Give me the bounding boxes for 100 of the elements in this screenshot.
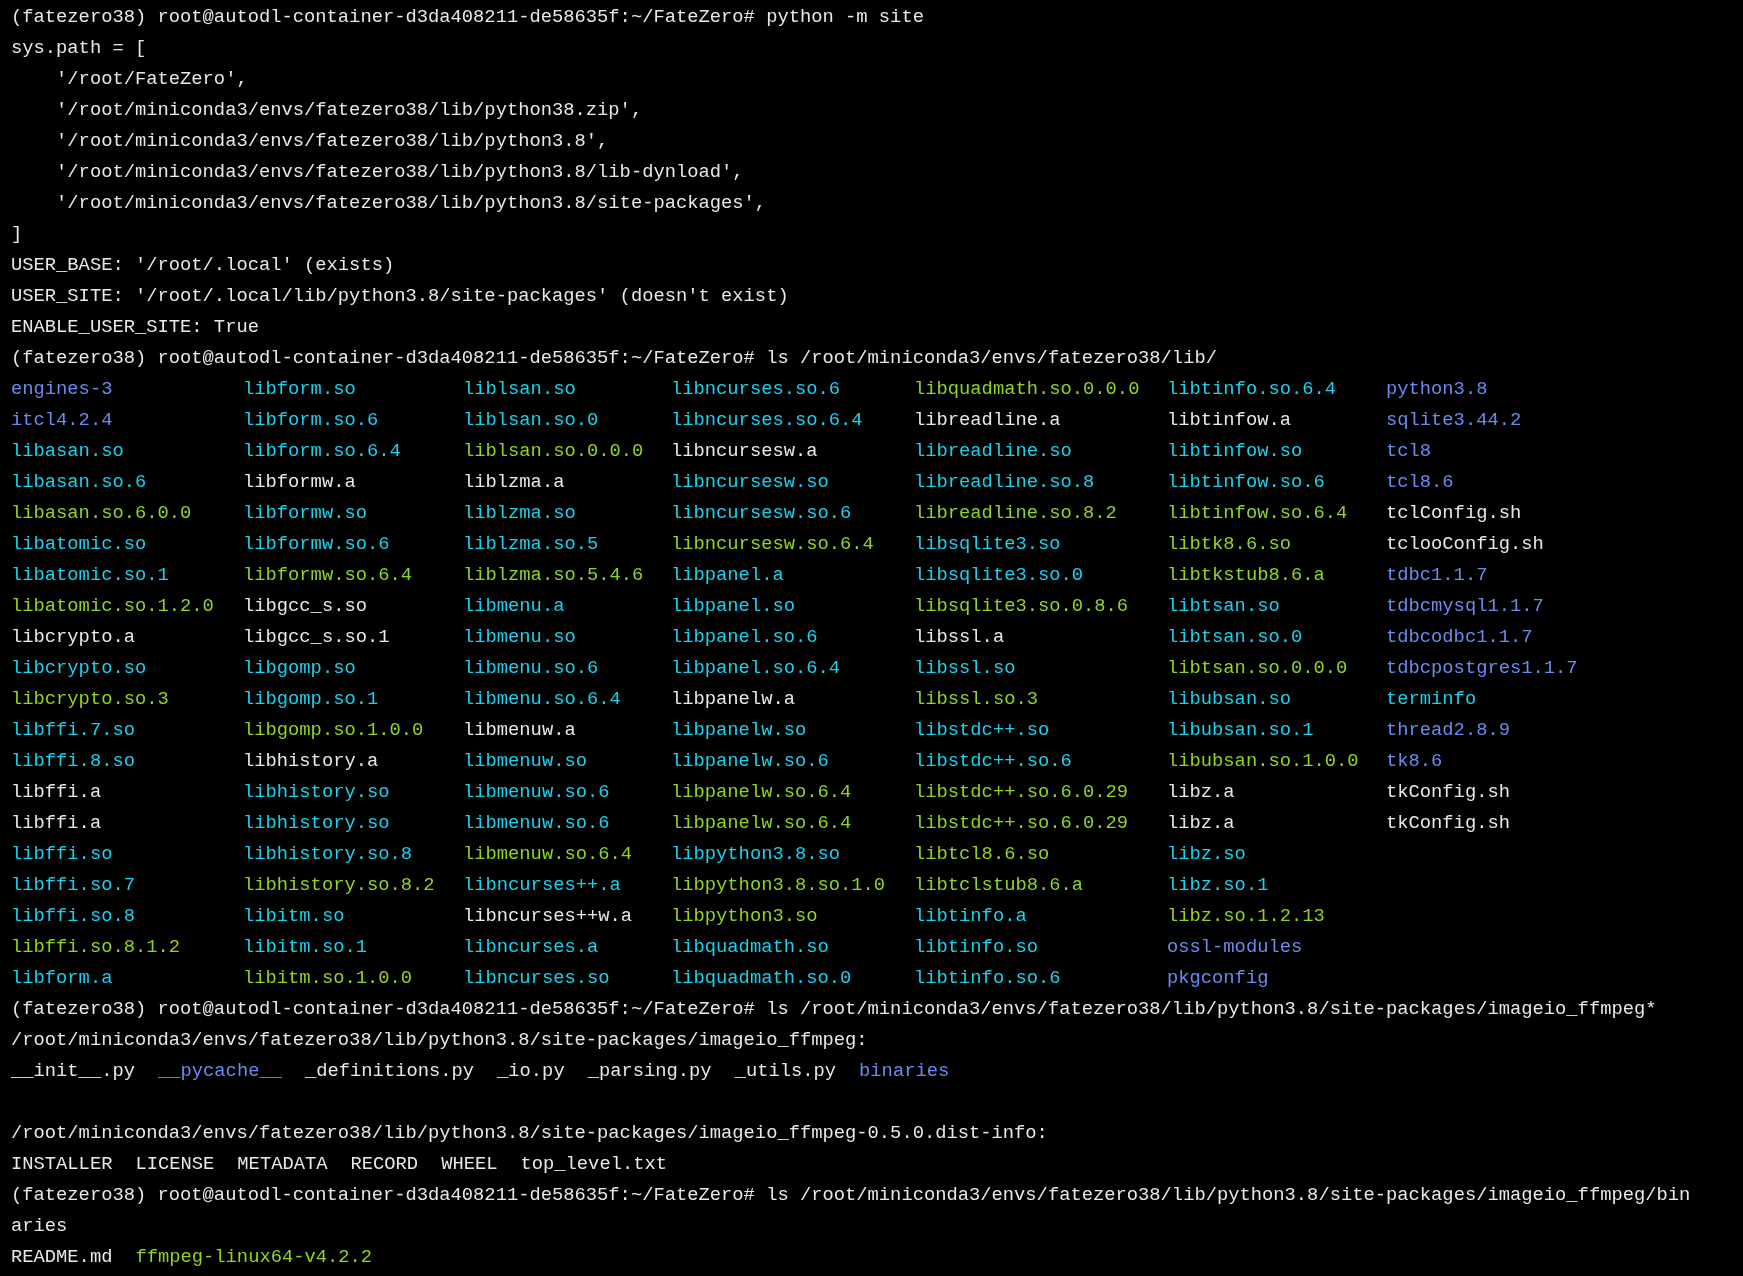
- file-name: libpanelw.a: [671, 688, 795, 710]
- file-name: libffi.so.7: [11, 874, 135, 896]
- file-name: binaries: [859, 1059, 950, 1084]
- file-name: libncurses++w.a: [463, 905, 633, 927]
- file-name: libz.so: [1167, 843, 1246, 865]
- file-name: libtsan.so.0.0.0: [1167, 657, 1348, 679]
- file-name: libncurses.so.6.4: [671, 409, 863, 431]
- file-name: libitm.so.1.0.0: [243, 967, 413, 989]
- file-name: libmenu.so: [463, 626, 576, 648]
- file-name: libmenuw.so.6.4: [463, 843, 633, 865]
- file-name: __init__.py: [11, 1059, 135, 1084]
- file-name: libtcl8.6.so: [914, 843, 1050, 865]
- file-name: libhistory.so: [243, 781, 390, 803]
- file-name: libtinfo.so.6: [914, 967, 1061, 989]
- file-name: libstdc++.so: [914, 719, 1050, 741]
- file-name: pkgconfig: [1167, 967, 1269, 989]
- terminal-line: '/root/miniconda3/envs/fatezero38/lib/python3.8/site-packages',: [55, 191, 767, 216]
- file-name: libformw.so: [243, 502, 367, 524]
- file-name: WHEEL: [441, 1152, 498, 1177]
- file-name: libubsan.so.1: [1167, 719, 1314, 741]
- file-name: libtinfo.so.6.4: [1167, 378, 1337, 400]
- file-name: tdbc1.1.7: [1386, 564, 1488, 586]
- file-name: tclooConfig.sh: [1386, 533, 1544, 555]
- file-name: python3.8: [1386, 378, 1488, 400]
- file-name: RECORD: [350, 1152, 419, 1177]
- file-name: libffi.so.8.1.2: [11, 936, 181, 958]
- terminal-line: /root/miniconda3/envs/fatezero38/lib/python3.8/site-packages/imageio_ffmpeg:: [11, 1028, 868, 1053]
- file-name: libform.so.6.4: [243, 440, 401, 462]
- file-name: libz.so.1.2.13: [1167, 905, 1325, 927]
- file-name: libtsan.so: [1167, 595, 1280, 617]
- file-name: libssl.so.3: [914, 688, 1038, 710]
- file-name: libtinfow.so.6: [1167, 471, 1325, 493]
- terminal-line: aries: [11, 1214, 68, 1239]
- file-name: liblzma.so.5.4.6: [463, 564, 644, 586]
- file-name: libmenuw.so.6: [463, 781, 610, 803]
- file-name: libffi.a: [11, 781, 102, 803]
- file-name: tk8.6: [1386, 750, 1443, 772]
- file-name: tcl8.6: [1386, 471, 1454, 493]
- file-name: libformw.a: [243, 471, 356, 493]
- terminal-line: '/root/miniconda3/envs/fatezero38/lib/python38.zip',: [55, 98, 643, 123]
- file-name: README.md: [11, 1245, 113, 1270]
- file-name: libmenu.so.6.4: [463, 688, 621, 710]
- file-name: libffi.so.8: [11, 905, 135, 927]
- file-name: itcl4.2.4: [11, 409, 113, 431]
- file-name: tdbcpostgres1.1.7: [1386, 657, 1578, 679]
- file-name: libcrypto.a: [11, 626, 135, 648]
- file-name: libreadline.so: [914, 440, 1072, 462]
- file-name: libitm.so.1: [243, 936, 367, 958]
- file-name: libtinfo.a: [914, 905, 1027, 927]
- file-name: libncurses.so.6: [671, 378, 841, 400]
- file-name: INSTALLER: [11, 1152, 113, 1177]
- terminal-line: sys.path = [: [11, 36, 147, 61]
- file-name: libncurses++.a: [463, 874, 621, 896]
- file-name: libz.a: [1167, 781, 1235, 803]
- file-name: libhistory.so.8: [243, 843, 413, 865]
- file-name: libhistory.a: [243, 750, 379, 772]
- file-name: libreadline.so.8.2: [914, 502, 1117, 524]
- file-name: libncursesw.so.6: [671, 502, 852, 524]
- terminal-line: USER_SITE: '/root/.local/lib/python3.8/site-packages' (doesn't exist): [11, 284, 789, 309]
- file-name: libncursesw.so: [671, 471, 829, 493]
- file-name: libhistory.so.8.2: [243, 874, 435, 896]
- file-name: libatomic.so.1.2.0: [11, 595, 214, 617]
- file-name: libncursesw.so.6.4: [671, 533, 874, 555]
- file-name: libmenuw.so.6: [463, 812, 610, 834]
- file-name: libasan.so: [11, 440, 124, 462]
- file-name: libquadmath.so.0: [671, 967, 852, 989]
- file-name: libpanelw.so.6.4: [671, 812, 852, 834]
- file-name: libffi.so: [11, 843, 113, 865]
- file-name: libpanel.so.6.4: [671, 657, 841, 679]
- terminal-line: USER_BASE: '/root/.local' (exists): [11, 253, 395, 278]
- file-name: _definitions.py: [304, 1059, 475, 1084]
- file-name: tcl8: [1386, 440, 1432, 462]
- file-name: libcrypto.so.3: [11, 688, 169, 710]
- terminal-line: (fatezero38) root@autodl-container-d3da408211-de58635f:~/FateZero# python -m site: [11, 5, 924, 30]
- file-name: libffi.8.so: [11, 750, 135, 772]
- file-name: libmenu.a: [463, 595, 565, 617]
- file-name: libz.a: [1167, 812, 1235, 834]
- file-name: __pycache__: [158, 1059, 282, 1084]
- file-name: libatomic.so: [11, 533, 147, 555]
- file-name: libhistory.so: [243, 812, 390, 834]
- file-name: libz.so.1: [1167, 874, 1269, 896]
- file-name: libtinfow.so: [1167, 440, 1303, 462]
- file-name: libpanelw.so.6.4: [671, 781, 852, 803]
- terminal-line: (fatezero38) root@autodl-container-d3da408211-de58635f:~/FateZero# ls /root/miniconda3/envs/fatezero38/lib/python3.8/site-packages/imageio_ffmpeg/bin: [11, 1183, 1691, 1208]
- terminal-line: (fatezero38) root@autodl-container-d3da408211-de58635f:~/FateZero# ls /root/miniconda3/envs/fatezero38/lib/: [11, 346, 1217, 371]
- file-name: libtclstub8.6.a: [914, 874, 1084, 896]
- file-name: libform.so: [243, 378, 356, 400]
- file-name: libsqlite3.so.0.8.6: [914, 595, 1129, 617]
- file-name: libssl.a: [914, 626, 1005, 648]
- file-name: libtkstub8.6.a: [1167, 564, 1325, 586]
- file-name: libquadmath.so.0.0.0: [914, 378, 1140, 400]
- file-name: ffmpeg-linux64-v4.2.2: [135, 1245, 373, 1270]
- file-name: _parsing.py: [587, 1059, 712, 1084]
- file-name: libitm.so: [243, 905, 345, 927]
- terminal-line: /root/miniconda3/envs/fatezero38/lib/python3.8/site-packages/imageio_ffmpeg-0.5.0.dist-info:: [11, 1121, 1048, 1146]
- file-name: liblzma.a: [463, 471, 565, 493]
- file-name: sqlite3.44.2: [1386, 409, 1522, 431]
- file-name: libgomp.so: [243, 657, 356, 679]
- file-name: libstdc++.so.6: [914, 750, 1072, 772]
- file-name: libsqlite3.so.0: [914, 564, 1084, 586]
